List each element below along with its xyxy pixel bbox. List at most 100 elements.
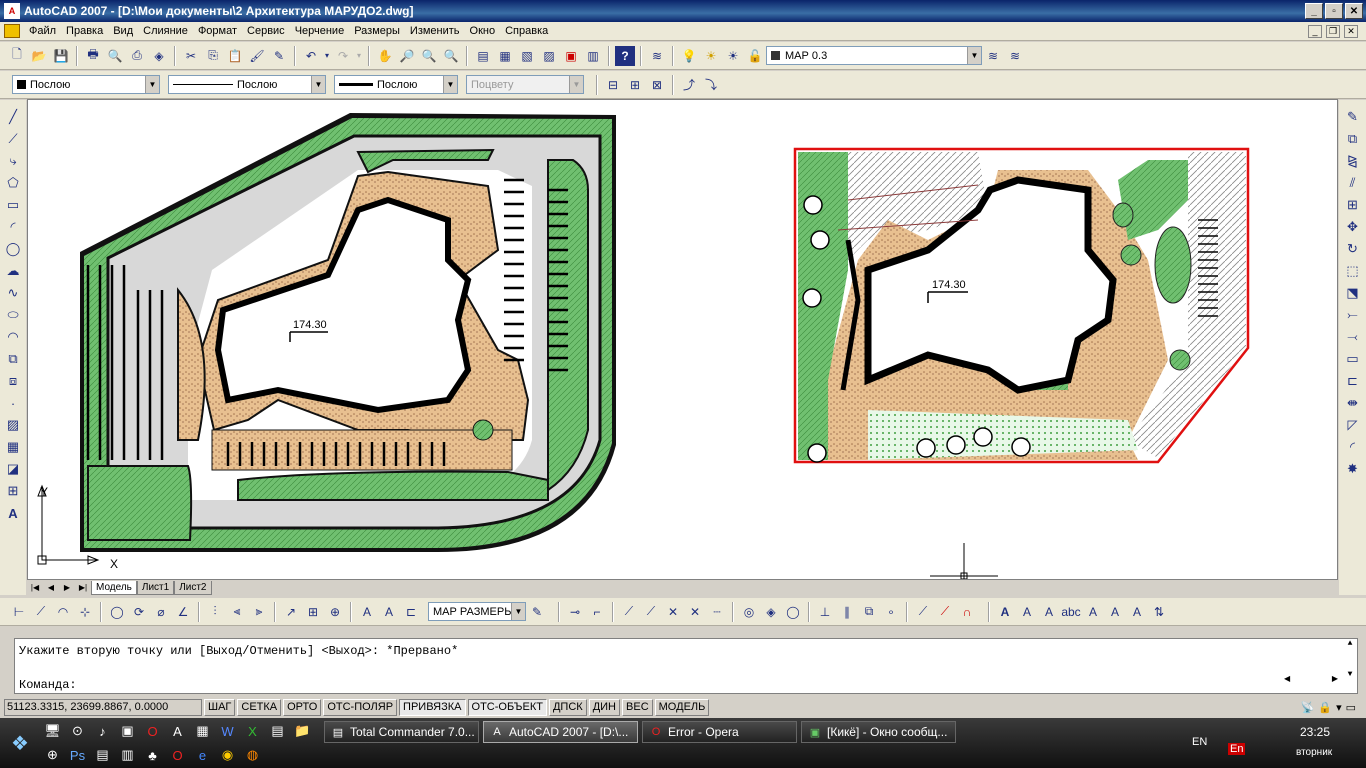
menu-view[interactable]: Вид — [108, 25, 138, 37]
snap-none-icon[interactable]: ⟋ — [935, 602, 955, 622]
menu-window[interactable]: Окно — [465, 25, 501, 37]
point-icon[interactable]: · — [3, 393, 23, 413]
dyn-toggle[interactable]: ДИН — [588, 698, 621, 716]
command-prompt[interactable]: Команда: — [19, 678, 77, 692]
open-file-icon[interactable]: 📂 — [29, 46, 49, 66]
line-icon[interactable]: ╱ — [3, 107, 23, 127]
save-icon[interactable]: 💾 — [51, 46, 71, 66]
redo-dropdown-icon[interactable]: ▾ — [355, 46, 363, 66]
chevron-down-icon[interactable]: ▼ — [511, 603, 525, 620]
annotation-icon[interactable]: ⤵ — [701, 75, 721, 95]
menu-merge[interactable]: Слияние — [138, 25, 193, 37]
lineweight-select[interactable]: Послою ▼ — [334, 75, 458, 94]
firefox-icon[interactable]: ◍ — [240, 743, 265, 767]
rectangle-icon[interactable]: ▭ — [3, 195, 23, 215]
convert-space-icon[interactable]: ⇅ — [1149, 602, 1169, 622]
next-tab-icon[interactable]: ▶ — [59, 581, 75, 594]
tab-sheet1[interactable]: Лист1 — [136, 580, 175, 595]
autocad-app-icon[interactable]: A — [4, 3, 20, 19]
command-hscrollbar[interactable]: ◀ ▶ — [1280, 671, 1342, 685]
aligned-dimension-icon[interactable]: ⟋ — [31, 602, 51, 622]
model-toggle[interactable]: МОДЕЛЬ — [654, 698, 710, 716]
snap-perpendicular-icon[interactable]: ⊥ — [815, 602, 835, 622]
dimension-edit-icon[interactable]: A — [357, 602, 377, 622]
revision-cloud-icon[interactable]: ☁ — [3, 261, 23, 281]
language-indicator[interactable]: EN — [1192, 736, 1207, 748]
word-icon[interactable]: W — [215, 719, 240, 743]
copy-icon[interactable]: ⎘ — [203, 46, 223, 66]
block-editor-icon[interactable]: ✎ — [269, 46, 289, 66]
trim-icon[interactable]: ⤚ — [1343, 305, 1363, 325]
arc-length-icon[interactable]: ◠ — [53, 602, 73, 622]
dim-style-icon[interactable]: ⊟ — [603, 75, 623, 95]
help-icon[interactable]: ? — [615, 45, 635, 66]
zoom-realtime-icon[interactable]: 🔎 — [397, 46, 417, 66]
snap-from-icon[interactable]: ⌐ — [587, 602, 607, 622]
grid-toggle[interactable]: СЕТКА — [237, 698, 282, 716]
tab-model[interactable]: Модель — [91, 580, 137, 595]
input-language-indicator[interactable]: En — [1228, 743, 1246, 755]
polygon-icon[interactable]: ⬠ — [3, 173, 23, 193]
scale-icon[interactable]: ⬚ — [1343, 261, 1363, 281]
game-icon[interactable]: ♣ — [140, 743, 165, 767]
tolerance-icon[interactable]: ⊞ — [303, 602, 323, 622]
app-icon[interactable]: ▤ — [265, 719, 290, 743]
clean-screen-icon[interactable]: ▭ — [1346, 701, 1356, 714]
radius-dimension-icon[interactable]: ◯ — [107, 602, 127, 622]
insert-block-icon[interactable]: ⧉ — [3, 349, 23, 369]
snap-toggle[interactable]: ШАГ — [204, 698, 236, 716]
hatch-icon[interactable]: ▨ — [3, 415, 23, 435]
multileader-icon[interactable]: ⤴ — [679, 75, 699, 95]
start-button[interactable]: ❖ — [0, 718, 40, 768]
sound-icon[interactable]: ♪ — [90, 719, 115, 743]
snap-insert-icon[interactable]: ⧉ — [859, 602, 879, 622]
photoshop-icon[interactable]: Ps — [65, 743, 90, 767]
menu-draw[interactable]: Черчение — [290, 25, 350, 37]
fillet-icon[interactable]: ◜ — [1343, 437, 1363, 457]
find-replace-icon[interactable]: A — [1039, 602, 1059, 622]
task-autocad[interactable]: A AutoCAD 2007 - [D:\... — [483, 721, 638, 743]
markup-icon[interactable]: ▣ — [561, 46, 581, 66]
command-scrollbar[interactable]: ▲ ▼ — [1343, 639, 1357, 679]
menu-dimension[interactable]: Размеры — [349, 25, 405, 37]
linear-dimension-icon[interactable]: ⊢ — [9, 602, 29, 622]
chevron-down-icon[interactable]: ▼ — [145, 76, 159, 93]
ellipse-arc-icon[interactable]: ◠ — [3, 327, 23, 347]
menu-file[interactable]: Файл — [24, 25, 61, 37]
center-mark-icon[interactable]: ⊕ — [325, 602, 345, 622]
calculator-icon[interactable]: ▥ — [583, 46, 603, 66]
maximize-button[interactable]: ▫ — [1325, 3, 1343, 19]
break-at-point-icon[interactable]: ▭ — [1343, 349, 1363, 369]
snap-extension-icon[interactable]: ┈ — [707, 602, 727, 622]
array-icon[interactable]: ⊞ — [1343, 195, 1363, 215]
osnap-settings-icon[interactable]: ∩ — [957, 602, 977, 622]
circle-icon[interactable]: ◯ — [3, 239, 23, 259]
scale-text-icon[interactable]: A — [1105, 602, 1125, 622]
task-opera[interactable]: O Error - Opera — [642, 721, 797, 743]
snap-temp-track-icon[interactable]: ⊸ — [565, 602, 585, 622]
linetype-select[interactable]: Послою ▼ — [168, 75, 326, 94]
quick-leader-icon[interactable]: ↗ — [281, 602, 301, 622]
snap-intersection-icon[interactable]: ✕ — [663, 602, 683, 622]
desktop-icon[interactable]: 🖥 — [40, 719, 65, 743]
layer-manager-icon[interactable]: ≋ — [647, 46, 667, 66]
construction-line-icon[interactable]: ⟋ — [3, 129, 23, 149]
doc-restore-button[interactable]: ❐ — [1326, 24, 1340, 38]
text-style-icon[interactable]: ⊠ — [647, 75, 667, 95]
menu-help[interactable]: Справка — [500, 25, 553, 37]
dimension-text-edit-icon[interactable]: A — [379, 602, 399, 622]
preview-icon[interactable]: 🔍 — [105, 46, 125, 66]
taskbar-clock[interactable]: 23:25 — [1300, 725, 1330, 739]
calc-icon[interactable]: ▦ — [190, 719, 215, 743]
coordinates-readout[interactable]: 51123.3315, 23699.8867, 0.0000 — [4, 698, 202, 716]
ie-icon[interactable]: ⊙ — [65, 719, 90, 743]
media-icon[interactable]: ▣ — [115, 719, 140, 743]
tool-palettes-icon[interactable]: ▧ — [517, 46, 537, 66]
opera-icon[interactable]: O — [140, 719, 165, 743]
chevron-down-icon[interactable]: ▼ — [967, 47, 981, 64]
gradient-icon[interactable]: ▦ — [3, 437, 23, 457]
publish-icon[interactable]: ⎙ — [127, 46, 147, 66]
command-window[interactable]: Укажите вторую точку или [Выход/Отменить… — [14, 638, 1358, 694]
status-menu-icon[interactable]: ▾ — [1336, 701, 1342, 714]
match-properties-icon[interactable]: 🖌 — [247, 46, 267, 66]
